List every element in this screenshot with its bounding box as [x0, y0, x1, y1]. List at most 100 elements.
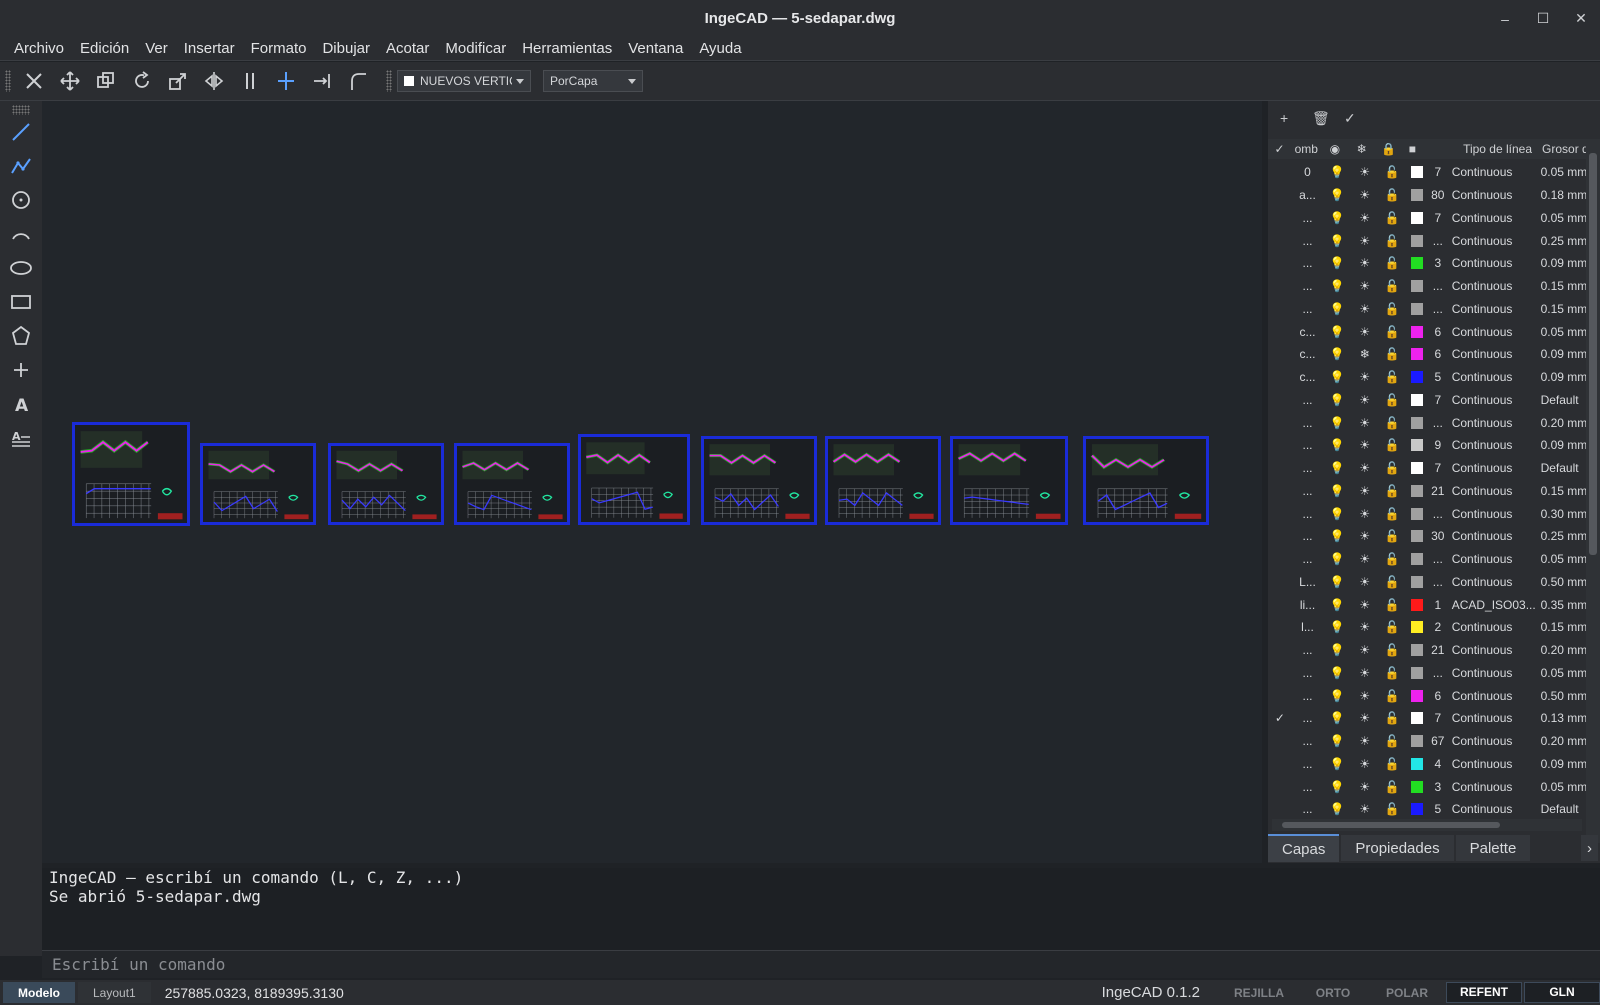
- freeze-icon[interactable]: ☀: [1351, 302, 1379, 316]
- lock-icon[interactable]: 🔓: [1379, 802, 1407, 816]
- layer-lineweight[interactable]: 0.05 mm: [1541, 552, 1586, 566]
- bulb-icon[interactable]: 💡: [1323, 234, 1351, 248]
- layer-name[interactable]: ...: [1292, 734, 1324, 748]
- layer-name[interactable]: ...: [1292, 757, 1324, 771]
- layer-color[interactable]: [1406, 439, 1428, 452]
- layer-linetype[interactable]: Continuous: [1448, 347, 1541, 361]
- tab-capas[interactable]: Capas: [1268, 834, 1340, 862]
- layer-lineweight[interactable]: 0.09 mm: [1541, 256, 1586, 270]
- layer-linetype[interactable]: Continuous: [1448, 666, 1541, 680]
- add-layer-button[interactable]: +: [1280, 110, 1312, 126]
- layer-combo[interactable]: NUEVOS VERTICE: [397, 70, 531, 92]
- layer-row[interactable]: c... 💡 ❄ 🔓 6 Continuous 0.09 mm: [1268, 343, 1586, 366]
- bulb-icon[interactable]: 💡: [1323, 598, 1351, 612]
- layer-row[interactable]: ... 💡 ☀ 🔓 7 Continuous Default: [1268, 389, 1586, 412]
- drawing-sheet[interactable]: [328, 443, 444, 525]
- bulb-icon[interactable]: 💡: [1323, 211, 1351, 225]
- lock-icon[interactable]: 🔓: [1379, 279, 1407, 293]
- layer-row[interactable]: ... 💡 ☀ 🔓 6 Continuous 0.50 mm: [1268, 684, 1586, 707]
- layer-name[interactable]: ...: [1292, 279, 1324, 293]
- lock-icon[interactable]: 🔓: [1379, 393, 1407, 407]
- bulb-icon[interactable]: 💡: [1323, 689, 1351, 703]
- layer-name[interactable]: ...: [1292, 507, 1324, 521]
- lock-icon[interactable]: 🔓: [1379, 370, 1407, 384]
- layer-lineweight[interactable]: 0.05 mm: [1541, 165, 1586, 179]
- layer-lineweight[interactable]: 0.15 mm: [1541, 484, 1586, 498]
- header-name[interactable]: omb: [1291, 142, 1322, 156]
- layer-lineweight[interactable]: 0.18 mm: [1541, 188, 1586, 202]
- layer-color[interactable]: [1406, 371, 1428, 384]
- layer-row[interactable]: a... 💡 ☀ 🔓 80 Continuous 0.18 mm: [1268, 184, 1586, 207]
- line-tool[interactable]: [0, 115, 42, 149]
- lock-icon[interactable]: 🔓: [1379, 438, 1407, 452]
- layer-name[interactable]: ...: [1292, 711, 1324, 725]
- drawing-sheet[interactable]: [1083, 436, 1209, 525]
- freeze-icon[interactable]: ☀: [1351, 256, 1379, 270]
- lock-icon[interactable]: 🔓: [1379, 598, 1407, 612]
- freeze-icon[interactable]: ☀: [1351, 416, 1379, 430]
- lock-icon[interactable]: 🔓: [1379, 325, 1407, 339]
- ellipse-tool[interactable]: [0, 251, 42, 285]
- layer-lineweight[interactable]: 0.35 mm: [1541, 598, 1586, 612]
- lock-icon[interactable]: 🔓: [1379, 711, 1407, 725]
- layer-row[interactable]: ... 💡 ☀ 🔓... Continuous 0.30 mm: [1268, 502, 1586, 525]
- bulb-icon[interactable]: 💡: [1323, 256, 1351, 270]
- layer-lineweight[interactable]: 0.09 mm: [1541, 757, 1586, 771]
- layer-lineweight[interactable]: 0.50 mm: [1541, 689, 1586, 703]
- bulb-icon[interactable]: 💡: [1323, 461, 1351, 475]
- layer-row[interactable]: L... 💡 ☀ 🔓... Continuous 0.50 mm: [1268, 571, 1586, 594]
- lock-icon[interactable]: 🔓: [1379, 234, 1407, 248]
- layer-color[interactable]: [1406, 393, 1428, 406]
- toolbar-grip[interactable]: [5, 70, 11, 92]
- menu-ver[interactable]: Ver: [137, 40, 176, 57]
- lock-icon[interactable]: 🔓: [1379, 575, 1407, 589]
- lock-icon[interactable]: 🔓: [1379, 188, 1407, 202]
- lock-icon[interactable]: 🔓: [1379, 643, 1407, 657]
- tab-palette[interactable]: Palette: [1455, 835, 1531, 861]
- layer-lineweight[interactable]: 0.30 mm: [1541, 507, 1586, 521]
- freeze-icon[interactable]: ☀: [1351, 575, 1379, 589]
- bulb-icon[interactable]: 💡: [1323, 370, 1351, 384]
- layer-name[interactable]: l...: [1292, 620, 1324, 634]
- layer-lineweight[interactable]: 0.15 mm: [1541, 302, 1586, 316]
- polygon-tool[interactable]: [0, 319, 42, 353]
- freeze-icon[interactable]: ☀: [1351, 370, 1379, 384]
- bulb-icon[interactable]: 💡: [1323, 507, 1351, 521]
- move-button[interactable]: [56, 67, 84, 95]
- layer-lineweight[interactable]: 0.15 mm: [1541, 279, 1586, 293]
- layer-name[interactable]: ...: [1292, 234, 1324, 248]
- layer-name[interactable]: ...: [1292, 802, 1324, 816]
- menu-ventana[interactable]: Ventana: [620, 40, 691, 57]
- bulb-icon[interactable]: 💡: [1323, 780, 1351, 794]
- layer-name[interactable]: L...: [1292, 575, 1324, 589]
- freeze-icon[interactable]: ☀: [1351, 165, 1379, 179]
- freeze-icon[interactable]: ☀: [1351, 802, 1379, 816]
- arc-tool[interactable]: [0, 217, 42, 251]
- layer-linetype[interactable]: Continuous: [1448, 188, 1541, 202]
- layer-linetype[interactable]: Continuous: [1448, 689, 1541, 703]
- layer-color[interactable]: [1406, 234, 1428, 247]
- lock-icon[interactable]: 🔓: [1379, 165, 1407, 179]
- layer-linetype[interactable]: Continuous: [1448, 393, 1541, 407]
- layer-row[interactable]: ... 💡 ☀ 🔓 9 Continuous 0.09 mm: [1268, 434, 1586, 457]
- layer-row[interactable]: ... 💡 ☀ 🔓... Continuous 0.05 mm: [1268, 548, 1586, 571]
- trim-button[interactable]: [272, 67, 300, 95]
- freeze-icon[interactable]: ☀: [1351, 188, 1379, 202]
- bulb-icon[interactable]: 💡: [1323, 802, 1351, 816]
- bulb-icon[interactable]: 💡: [1323, 416, 1351, 430]
- header-linetype[interactable]: Tipo de línea: [1423, 142, 1532, 156]
- layer-name[interactable]: ...: [1292, 302, 1324, 316]
- layer-row[interactable]: ... 💡 ☀ 🔓 7 Continuous 0.05 mm: [1268, 207, 1586, 230]
- layer-row[interactable]: ✓... 💡 ☀ 🔓 7 Continuous 0.13 mm: [1268, 707, 1586, 730]
- layer-color[interactable]: [1406, 325, 1428, 338]
- lock-icon[interactable]: 🔓: [1379, 507, 1407, 521]
- layer-linetype[interactable]: Continuous: [1448, 620, 1541, 634]
- layer-linetype[interactable]: Continuous: [1448, 438, 1541, 452]
- bulb-icon[interactable]: 💡: [1323, 711, 1351, 725]
- layer-lineweight[interactable]: 0.20 mm: [1541, 734, 1586, 748]
- lock-icon[interactable]: 🔓: [1379, 302, 1407, 316]
- layer-name[interactable]: ...: [1292, 689, 1324, 703]
- layers-horizontal-scrollbar[interactable]: [1272, 819, 1582, 831]
- bulb-icon[interactable]: 💡: [1323, 734, 1351, 748]
- offset-button[interactable]: [236, 67, 264, 95]
